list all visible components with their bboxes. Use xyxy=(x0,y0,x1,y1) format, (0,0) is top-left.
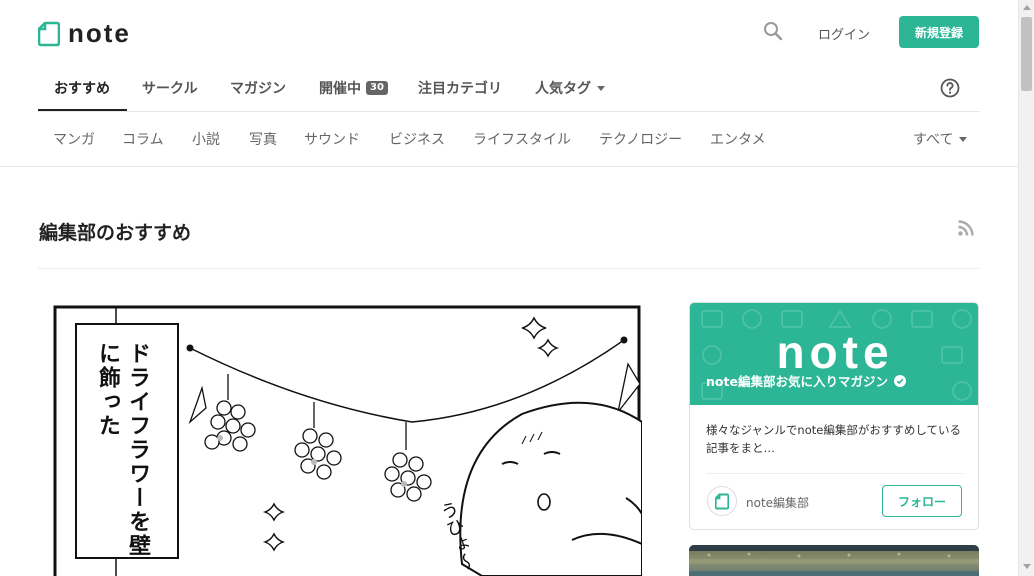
card-divider xyxy=(706,473,964,474)
category-entertainment[interactable]: エンタメ xyxy=(710,113,766,165)
verified-icon xyxy=(893,374,906,387)
scroll-down-arrow-icon[interactable] xyxy=(1023,564,1031,569)
active-tab-indicator xyxy=(38,109,127,111)
chevron-down-icon xyxy=(959,136,968,142)
tab-label: サークル xyxy=(142,81,198,97)
scroll-up-arrow-icon[interactable] xyxy=(1023,5,1031,10)
category-sound[interactable]: サウンド xyxy=(304,113,360,165)
logo-text: note xyxy=(68,18,131,48)
category-all-dropdown[interactable]: すべて xyxy=(913,113,968,165)
category-all-label: すべて xyxy=(913,132,954,148)
category-nav: マンガ コラム 小説 写真 サウンド ビジネス ライフスタイル テクノロジー エ… xyxy=(38,113,980,165)
author-avatar[interactable] xyxy=(707,486,737,516)
tab-label: 注目カテゴリ xyxy=(418,81,502,97)
section-title: 編集部のおすすめ xyxy=(39,222,192,244)
category-technology[interactable]: テクノロジー xyxy=(599,113,682,165)
tab-magazine[interactable]: マガジン xyxy=(230,64,286,112)
follow-button[interactable]: フォロー xyxy=(882,485,962,517)
help-icon[interactable] xyxy=(940,78,960,98)
manga-caption: ドライフラワーを壁に飾った xyxy=(95,342,150,558)
category-photo[interactable]: 写真 xyxy=(249,113,277,165)
magazine-description: 様々なジャンルでnote編集部がおすすめしている記事をまと… xyxy=(706,423,961,455)
signup-button[interactable]: 新規登録 xyxy=(899,16,979,48)
magazine-card[interactable]: note note編集部お気に入りマガジン 様々なジャンルでnote編集部がおす… xyxy=(689,302,979,530)
stadium-photo xyxy=(689,545,979,576)
tab-recommended[interactable]: おすすめ xyxy=(54,64,110,112)
category-business[interactable]: ビジネス xyxy=(389,113,445,165)
chevron-down-icon xyxy=(597,85,605,91)
main-nav: おすすめ サークル マガジン 開催中 30 注目カテゴリ 人気タグ xyxy=(38,64,980,112)
category-novel[interactable]: 小説 xyxy=(192,113,220,165)
magazine-title-text: note編集部お気に入りマガジン xyxy=(706,374,888,389)
magazine-title[interactable]: note編集部お気に入りマガジン xyxy=(706,371,906,390)
note-logo-icon xyxy=(715,493,729,509)
tab-label: 人気タグ xyxy=(535,81,591,97)
section-divider xyxy=(38,268,979,269)
tab-featured-categories[interactable]: 注目カテゴリ xyxy=(418,64,502,112)
category-manga[interactable]: マンガ xyxy=(53,113,95,165)
scroll-thumb[interactable] xyxy=(1021,17,1032,91)
tab-label: おすすめ xyxy=(54,81,110,97)
article-thumbnail-manga[interactable]: ドライフラワーを壁に飾った うひょ〜 xyxy=(52,304,642,576)
note-logo-icon xyxy=(38,21,60,46)
tab-circle[interactable]: サークル xyxy=(142,64,198,112)
count-badge: 30 xyxy=(366,81,388,95)
login-link[interactable]: ログイン xyxy=(818,24,870,43)
rss-icon[interactable] xyxy=(957,219,975,237)
nav-divider xyxy=(0,166,1018,167)
category-column[interactable]: コラム xyxy=(122,113,164,165)
category-lifestyle[interactable]: ライフスタイル xyxy=(473,113,571,165)
search-icon[interactable] xyxy=(762,20,784,42)
tab-popular-tags[interactable]: 人気タグ xyxy=(535,64,605,112)
article-card-photo[interactable] xyxy=(689,545,979,576)
tab-label: 開催中 xyxy=(319,81,361,97)
tab-label: マガジン xyxy=(230,81,286,97)
magazine-banner: note note編集部お気に入りマガジン xyxy=(690,303,978,405)
note-logo[interactable]: note xyxy=(38,18,131,49)
site-header: note ログイン 新規登録 xyxy=(0,0,1018,62)
author-name[interactable]: note編集部 xyxy=(746,494,809,511)
tab-ongoing[interactable]: 開催中 30 xyxy=(319,64,388,112)
page-scrollbar[interactable] xyxy=(1018,0,1034,576)
